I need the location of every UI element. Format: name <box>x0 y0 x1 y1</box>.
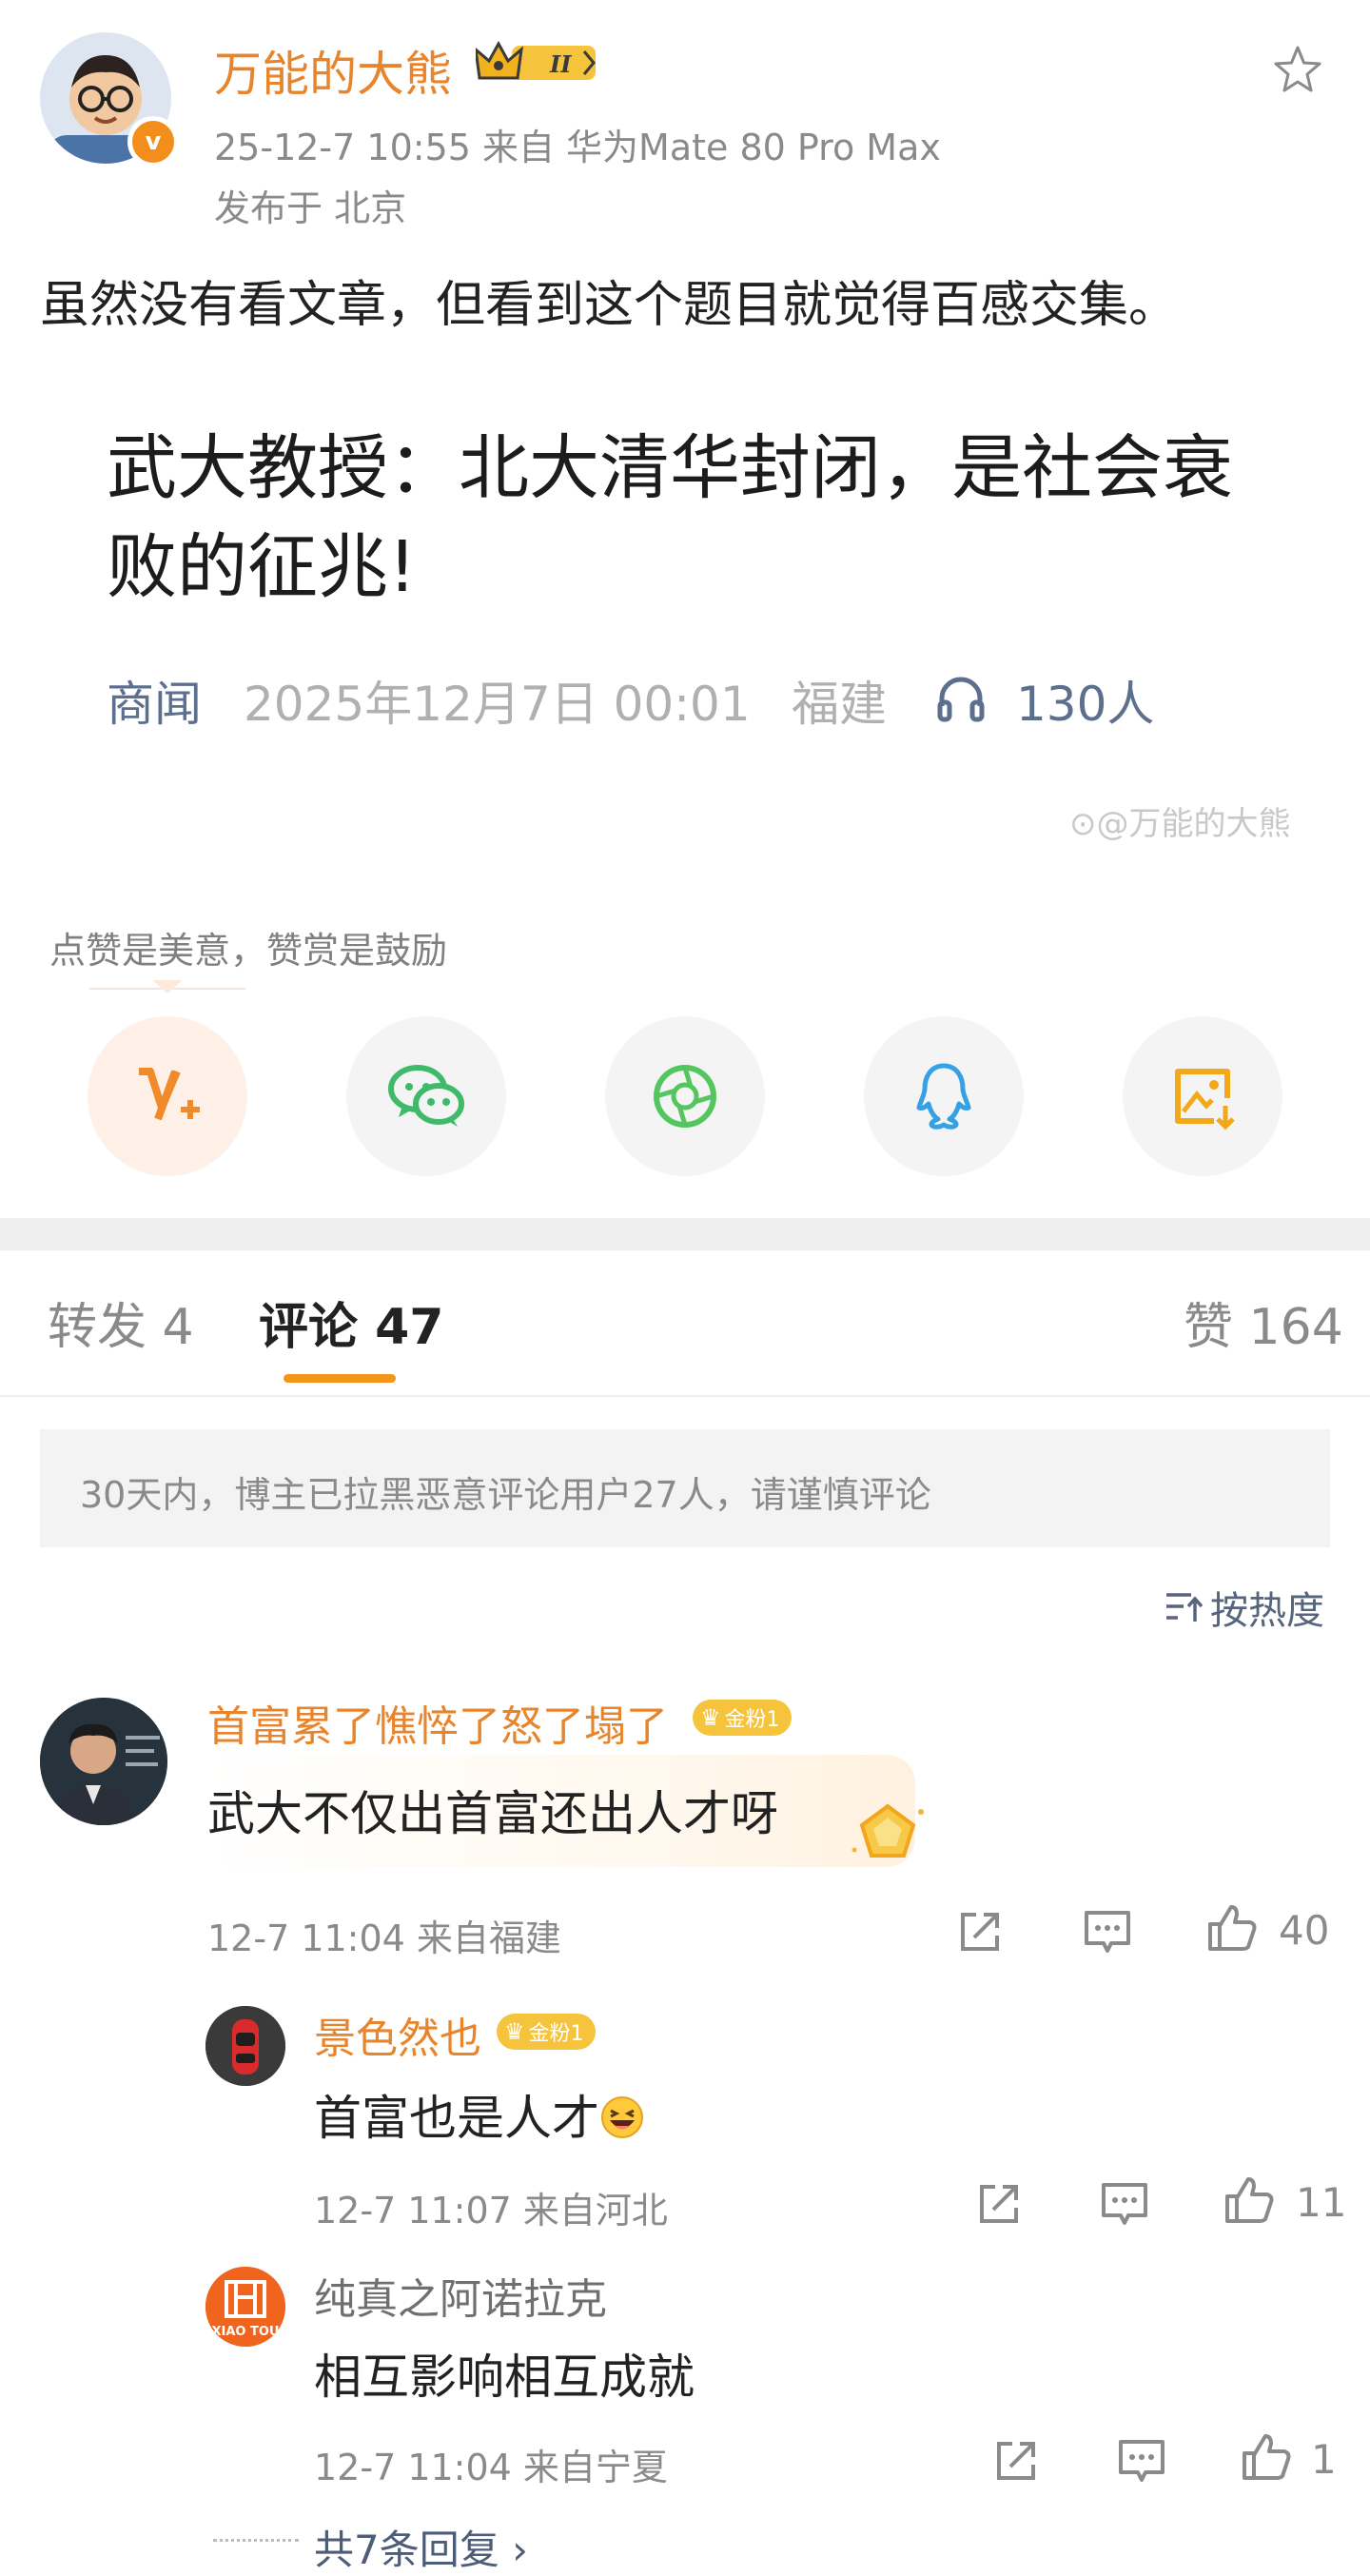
comment-meta: 12-7 11:07 来自河北 <box>314 2190 668 2232</box>
article-headline: 武大教授：北大清华封闭，是社会衰败的征兆! <box>107 427 1233 608</box>
note-pointer <box>152 980 183 993</box>
thumbs-up-icon[interactable] <box>1222 2173 1275 2227</box>
comment-text: 相互影响相互成就 <box>314 2350 695 2405</box>
thumbs-up-icon[interactable] <box>1239 2430 1292 2484</box>
article-province: 福建 <box>792 677 887 732</box>
blocklist-notice: 30天内，博主已拉黑恶意评论用户27人，请谨慎评论 <box>40 1429 1330 1547</box>
red-car-icon <box>206 2006 285 2086</box>
sort-icon <box>1166 1593 1204 1622</box>
share-icon[interactable] <box>972 2177 1026 2231</box>
person-photo-icon <box>40 1698 167 1825</box>
v-plus-reward-button[interactable] <box>88 1016 247 1176</box>
comment-meta: 12-7 11:04 来自福建 <box>207 1917 561 1959</box>
laughing-emoji-icon <box>601 2096 643 2138</box>
share-qq-button[interactable] <box>864 1016 1024 1176</box>
fan-badge-label: 金粉1 <box>724 1708 780 1732</box>
fan-badge: ♛ 金粉1 <box>497 2014 596 2050</box>
tab-likes[interactable]: 赞 164 <box>1184 1287 1343 1358</box>
level-badge: II <box>549 50 572 78</box>
like-count: 1 <box>1311 2436 1337 2483</box>
like-count: 40 <box>1279 1907 1330 1954</box>
comment-text: 首富也是人才 <box>314 2080 645 2149</box>
commenter-name[interactable]: 景色然也 <box>314 2004 481 2065</box>
watermark-text: @万能的大熊 <box>1096 805 1291 843</box>
active-tab-indicator <box>284 1374 396 1383</box>
reply-dotted-line <box>213 2539 299 2547</box>
sort-by-hot-button[interactable]: 按热度 <box>1210 1580 1324 1635</box>
fan-badge-label: 金粉1 <box>528 2022 584 2046</box>
share-wechat-button[interactable] <box>346 1016 506 1176</box>
notice-text: 30天内，博主已拉黑恶意评论用户27人，请谨慎评论 <box>80 1474 931 1516</box>
share-moments-button[interactable] <box>605 1016 765 1176</box>
headphones-icon <box>937 677 985 722</box>
reward-note: 点赞是美意，赞赏是鼓励 <box>49 930 448 972</box>
commenter-name[interactable]: 首富累了憔悴了怒了塌了 <box>207 1692 668 1753</box>
weibo-watermark: ⊙@万能的大熊 <box>1069 797 1291 844</box>
fan-badge: ♛ 金粉1 <box>693 1700 792 1736</box>
star-outline-icon[interactable] <box>1269 42 1326 99</box>
reply-icon[interactable] <box>1115 2434 1168 2488</box>
commenter-avatar[interactable]: XIAO TOU <box>206 2267 285 2347</box>
author-name[interactable]: 万能的大熊 <box>214 36 452 105</box>
tab-repost[interactable]: 转发 4 <box>48 1287 194 1358</box>
post-location: 发布于 北京 <box>214 187 407 229</box>
article-source: 商闻 <box>107 677 202 732</box>
verified-badge: v <box>127 116 179 167</box>
view-more-replies-link[interactable]: 共7条回复 › <box>314 2518 528 2576</box>
reply-icon[interactable] <box>1081 1905 1134 1958</box>
avatar-logo-text: XIAO TOU <box>212 2325 280 2339</box>
post-text: 虽然没有看文章，但看到这个题目就觉得百感交集。 <box>40 277 1179 334</box>
wechat-moments-icon <box>654 1065 716 1128</box>
crown-icon: ♛ <box>504 2018 525 2045</box>
post-time-source: 25-12-7 10:55 来自 华为Mate 80 Pro Max <box>214 127 941 168</box>
comment-text-content: 首富也是人才 <box>314 2091 599 2146</box>
tab-separator <box>0 1395 1370 1397</box>
v-plus-icon <box>139 1068 200 1121</box>
section-divider <box>0 1218 1370 1250</box>
commenter-avatar[interactable] <box>40 1698 167 1825</box>
weibo-logo-icon: ⊙ <box>1069 805 1097 843</box>
like-count: 11 <box>1296 2179 1347 2226</box>
reply-icon[interactable] <box>1098 2177 1151 2231</box>
share-icon[interactable] <box>953 1905 1007 1958</box>
comment-text: 武大不仅出首富还出人才呀 <box>207 1786 778 1841</box>
xiaotou-logo-icon: XIAO TOU <box>206 2267 285 2347</box>
article-listeners: 130人 <box>1016 677 1155 732</box>
thumbs-up-icon[interactable] <box>1204 1901 1258 1955</box>
member-crown-icon: II <box>476 40 596 80</box>
comment-meta: 12-7 11:04 来自宁夏 <box>314 2447 668 2488</box>
crown-icon: ♛ <box>700 1704 721 1731</box>
save-image-button[interactable] <box>1123 1016 1282 1176</box>
commenter-avatar[interactable] <box>206 2006 285 2086</box>
save-image-icon <box>1175 1069 1235 1131</box>
article-date: 2025年12月7日 00:01 <box>244 677 751 732</box>
wechat-icon <box>388 1065 464 1127</box>
qq-penguin-icon <box>916 1063 971 1130</box>
share-icon[interactable] <box>989 2434 1043 2488</box>
tab-comments[interactable]: 评论 47 <box>259 1287 443 1358</box>
gold-pentagon-decoration-icon <box>851 1803 924 1858</box>
commenter-name[interactable]: 纯真之阿诺拉克 <box>314 2265 607 2326</box>
